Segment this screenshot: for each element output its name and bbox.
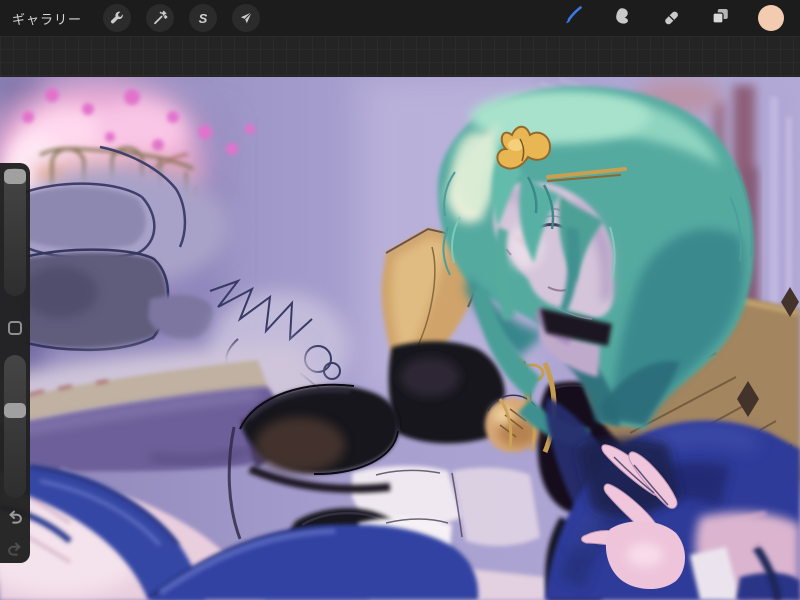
layers-button[interactable] (709, 7, 731, 29)
modify-button[interactable] (8, 321, 22, 335)
selection-button[interactable]: S (189, 4, 218, 32)
transform-arrow-icon (238, 10, 254, 26)
paint-button[interactable] (562, 5, 584, 32)
smudge-button[interactable] (611, 7, 633, 29)
brush-size-slider[interactable] (4, 168, 26, 296)
undo-arrow-icon (5, 510, 25, 532)
opacity-slider[interactable] (4, 355, 26, 498)
redo-button[interactable] (5, 540, 25, 560)
redo-arrow-icon (5, 542, 25, 564)
adjustments-button[interactable] (146, 4, 175, 32)
artwork-canvas[interactable] (0, 77, 800, 600)
wrench-icon (109, 10, 125, 26)
actions-button[interactable] (103, 4, 132, 32)
side-toolbar (0, 163, 30, 563)
opacity-handle[interactable] (4, 403, 26, 418)
eraser-icon (661, 6, 681, 31)
layers-icon (710, 6, 730, 31)
selection-s-icon: S (198, 10, 208, 26)
smudge-finger-icon (612, 6, 632, 31)
erase-button[interactable] (660, 7, 682, 29)
top-toolbar: ギャラリー S (0, 0, 800, 36)
paintbrush-icon (562, 5, 584, 32)
gallery-button[interactable]: ギャラリー (12, 9, 82, 28)
current-color-swatch[interactable] (758, 5, 784, 31)
brush-size-handle[interactable] (4, 169, 26, 184)
transform-button[interactable] (232, 4, 261, 32)
magic-wand-icon (152, 10, 168, 26)
undo-button[interactable] (5, 508, 25, 528)
canvas-background-grid (0, 36, 800, 77)
